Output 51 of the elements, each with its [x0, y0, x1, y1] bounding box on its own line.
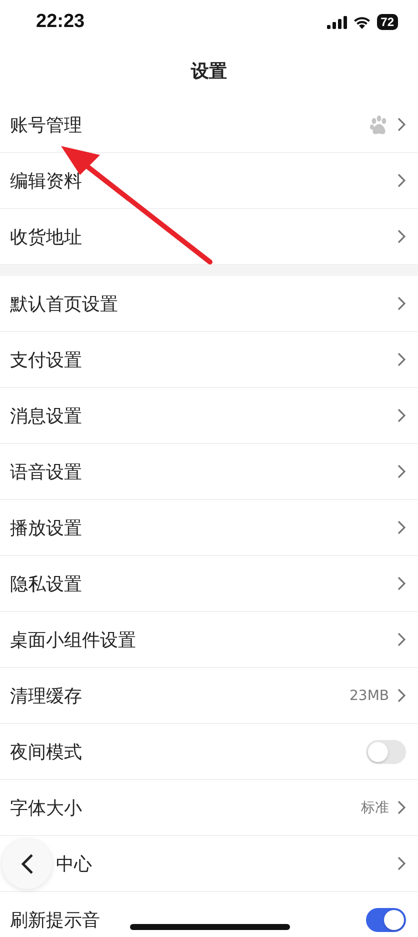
chevron-icon — [397, 688, 406, 703]
chevron-icon — [397, 856, 406, 871]
settings-row[interactable]: 支付设置 — [0, 332, 418, 388]
row-value: 标准 — [361, 798, 389, 816]
chevron-icon — [397, 229, 406, 244]
paw-icon — [369, 114, 389, 134]
battery-level: 72 — [376, 14, 398, 30]
settings-row[interactable]: 夜间模式 — [0, 724, 418, 780]
chevron-icon — [397, 800, 406, 815]
row-label: 语音设置 — [10, 460, 82, 484]
settings-row[interactable]: 桌面小组件设置 — [0, 612, 418, 668]
settings-row[interactable]: 隐私设置 — [0, 556, 418, 612]
chevron-icon — [397, 173, 406, 188]
chevron-icon — [397, 464, 406, 479]
row-label: 收货地址 — [10, 226, 82, 248]
row-label: 字体大小 — [10, 796, 82, 820]
row-label: 隐私设置 — [10, 572, 82, 596]
row-label: 桌面小组件设置 — [10, 628, 136, 652]
row-label: 刷新提示音 — [10, 908, 100, 932]
settings-row[interactable]: 字体大小 标准 — [0, 780, 418, 836]
row-value: 23MB — [350, 688, 389, 704]
wifi-icon — [352, 16, 371, 28]
settings-row[interactable]: 默认首页设置 — [0, 276, 418, 332]
chevron-icon — [397, 520, 406, 535]
row-label: 编辑资料 — [10, 170, 82, 192]
chevron-icon — [397, 352, 406, 367]
chevron-icon — [397, 117, 406, 132]
status-time: 22:23 — [36, 11, 85, 33]
row-label: 账号管理 — [10, 114, 82, 136]
row-label: 支付设置 — [10, 348, 82, 372]
signal-icon — [326, 16, 347, 28]
settings-row[interactable]: 语音设置 — [0, 444, 418, 500]
chevron-icon — [397, 576, 406, 591]
chevron-icon — [397, 408, 406, 423]
chevron-left-icon — [20, 853, 34, 875]
chevron-icon — [397, 296, 406, 311]
row-label: 清理缓存 — [10, 684, 82, 708]
toggle-switch[interactable] — [366, 908, 406, 932]
settings-row[interactable]: 播放设置 — [0, 500, 418, 556]
page-title: 设置 — [191, 60, 227, 82]
row-label: 默认首页设置 — [10, 292, 118, 316]
chevron-icon — [397, 632, 406, 647]
row-label: 中心 — [56, 852, 92, 876]
back-button[interactable] — [2, 839, 52, 889]
toggle-switch[interactable] — [366, 740, 406, 764]
settings-row[interactable]: 消息设置 — [0, 388, 418, 444]
row-label: 夜间模式 — [10, 740, 82, 764]
settings-row[interactable]: 清理缓存 23MB — [0, 668, 418, 724]
row-label: 消息设置 — [10, 404, 82, 428]
settings-row[interactable]: 收货地址 — [0, 209, 418, 265]
row-label: 播放设置 — [10, 516, 82, 540]
